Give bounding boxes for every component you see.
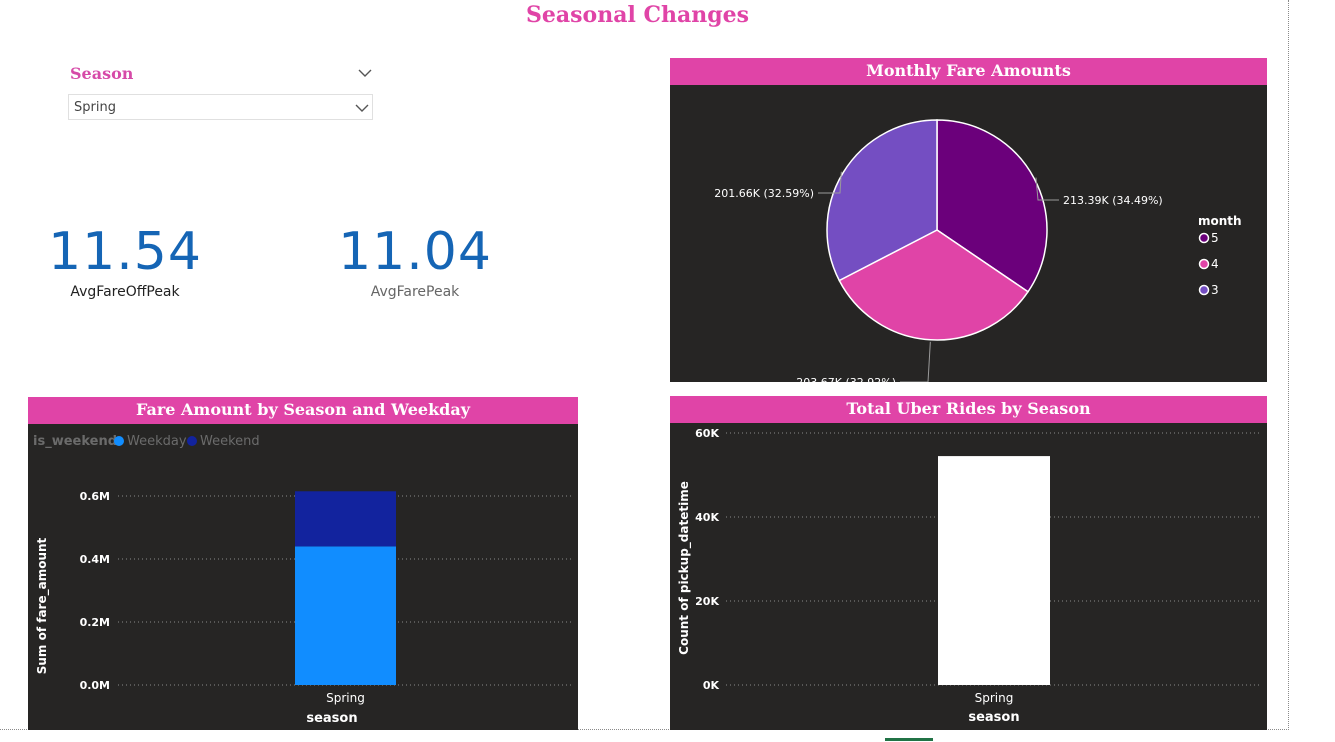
fare-by-season-weekday-visual[interactable]: Fare Amount by Season and Weekday is_wee… xyxy=(28,397,578,730)
y-tick-label: 0.2M xyxy=(80,616,110,629)
y-tick-label: 0.0M xyxy=(80,679,110,692)
x-tick-label: Spring xyxy=(975,691,1014,705)
legend-label-month: 3 xyxy=(1211,283,1219,297)
rides-by-season-visual[interactable]: Total Uber Rides by Season Count of pick… xyxy=(670,396,1267,730)
season-dropdown[interactable]: Spring xyxy=(68,94,373,120)
season-dropdown-value: Spring xyxy=(74,100,116,115)
kpi-label: AvgFarePeak xyxy=(370,284,460,300)
chevron-down-icon[interactable] xyxy=(358,66,372,80)
chart-title: Fare Amount by Season and Weekday xyxy=(28,397,578,424)
kpi-card-peak[interactable]: 11.04 AvgFarePeak xyxy=(330,222,500,300)
legend-label-month: 5 xyxy=(1211,231,1219,245)
pie-chart: month 213.39K (34.49%) 203.67K (32.92%) 20… xyxy=(714,119,1242,382)
page-tab-indicator[interactable] xyxy=(885,738,933,741)
slicer-title: Season xyxy=(70,64,134,83)
kpi-value: 11.54 xyxy=(48,222,202,282)
y-tick-label: 0.4M xyxy=(80,553,110,566)
pie-data-label: 201.66K (32.59%) xyxy=(714,187,814,200)
y-tick-label: 40K xyxy=(695,511,719,524)
legend-marker-weekday xyxy=(114,436,124,446)
season-slicer-header: Season xyxy=(70,64,375,86)
bar-chart: Count of pickup_datetime season 0K 20K 40K… xyxy=(677,427,1262,725)
legend-label-weekday[interactable]: Weekday xyxy=(127,434,187,449)
kpi-label: AvgFareOffPeak xyxy=(70,284,180,300)
pie-leader-line xyxy=(900,341,931,382)
x-axis-label: season xyxy=(968,710,1019,725)
legend-marker-month-5 xyxy=(1198,232,1210,244)
legend-marker-month-4 xyxy=(1198,258,1210,270)
legend-label-month: 4 xyxy=(1211,257,1219,271)
y-axis-label: Count of pickup_datetime xyxy=(677,481,692,655)
y-tick-label: 0K xyxy=(703,679,720,692)
bar xyxy=(938,456,1050,685)
stacked-bar-chart: is_weekend Weekday Weekend Sum of fare_a… xyxy=(33,434,573,726)
legend-marker-weekend xyxy=(187,436,197,446)
chevron-down-icon xyxy=(355,104,369,112)
pie-data-label: 213.39K (34.49%) xyxy=(1063,194,1163,207)
y-tick-label: 20K xyxy=(695,595,719,608)
x-axis-label: season xyxy=(306,711,357,726)
report-page-border xyxy=(1288,0,1289,730)
bar-weekend xyxy=(295,491,396,547)
pie-data-label: 203.67K (32.92%) xyxy=(796,376,896,382)
chart-title: Monthly Fare Amounts xyxy=(670,58,1267,85)
page-title: Seasonal Changes xyxy=(526,2,749,28)
kpi-value: 11.04 xyxy=(338,222,492,282)
legend-title: month xyxy=(1198,214,1242,228)
legend-label-weekend[interactable]: Weekend xyxy=(200,434,260,449)
y-tick-label: 60K xyxy=(695,427,719,440)
y-axis-label: Sum of fare_amount xyxy=(35,537,50,674)
y-tick-label: 0.6M xyxy=(80,490,110,503)
legend-title: is_weekend xyxy=(33,434,117,449)
kpi-card-off-peak[interactable]: 11.54 AvgFareOffPeak xyxy=(40,222,210,300)
chart-title: Total Uber Rides by Season xyxy=(670,396,1267,423)
legend-marker-month-3 xyxy=(1198,284,1210,296)
monthly-fare-pie-visual[interactable]: Monthly Fare Amounts month 213.39K (34.4… xyxy=(670,58,1267,382)
x-tick-label: Spring xyxy=(326,691,365,705)
bar-weekday xyxy=(295,546,396,685)
